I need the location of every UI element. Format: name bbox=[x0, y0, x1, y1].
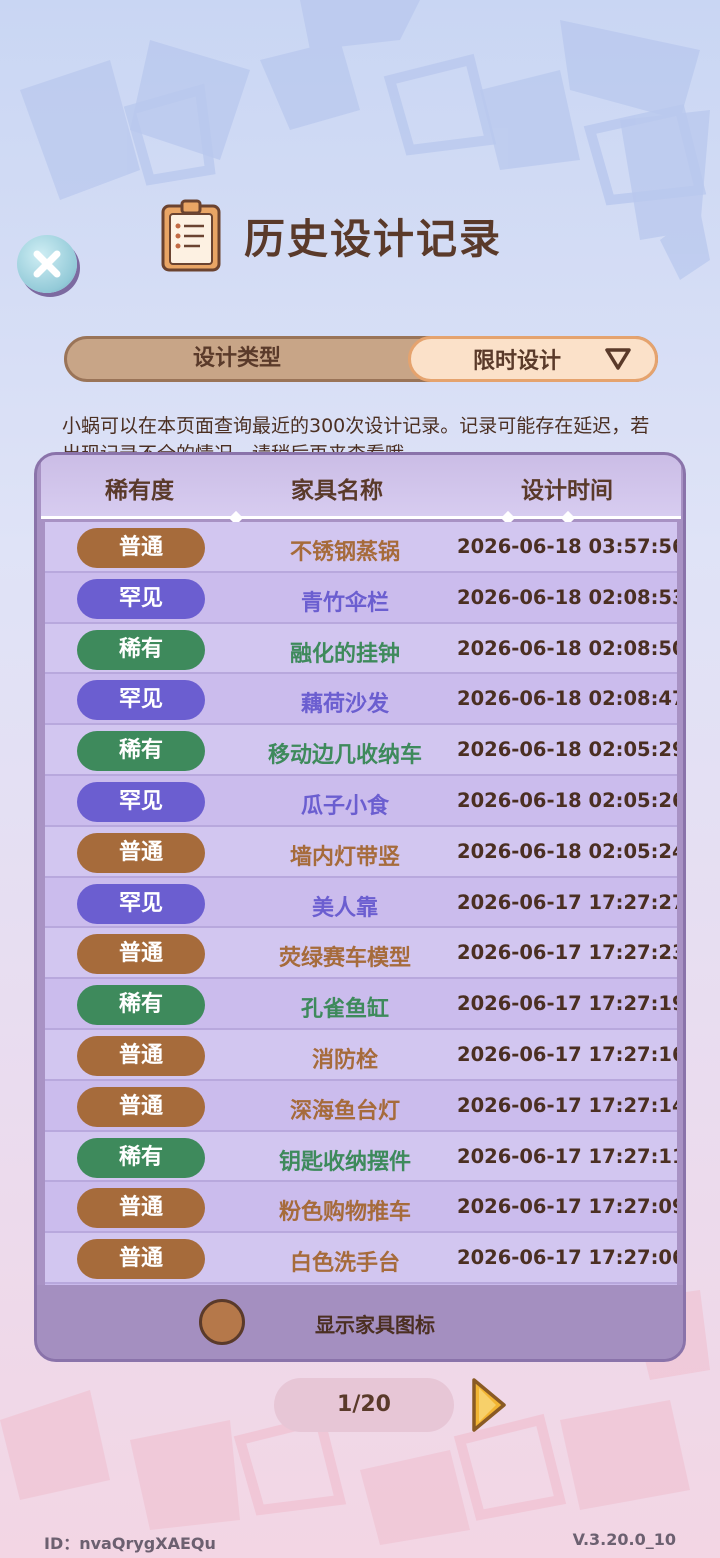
rarity-badge: 罕见 bbox=[77, 781, 205, 822]
table-row: 罕见 美人靠 2026-06-17 17:27:27 bbox=[45, 877, 677, 929]
furniture-name: 青竹伞栏 bbox=[300, 590, 389, 616]
rarity-badge: 普通 bbox=[77, 1239, 205, 1280]
notice-text: 小蜗可以在本页面查询最近的300次设计记录。记录可能存在延迟，若出现记录不全的情… bbox=[62, 415, 650, 452]
furniture-name: 孔雀鱼缸 bbox=[300, 997, 389, 1023]
rarity-badge: 普通 bbox=[77, 1035, 205, 1076]
table-row: 普通 消防栓 2026-06-17 17:27:16 bbox=[45, 1029, 677, 1081]
furniture-name: 不锈钢蒸锅 bbox=[289, 540, 400, 565]
rarity-badge: 普通 bbox=[77, 1188, 205, 1229]
show-icon-toggle[interactable] bbox=[199, 1299, 245, 1345]
table-row: 罕见 青竹伞栏 2026-06-18 02:08:53 bbox=[45, 572, 677, 624]
furniture-name: 粉色购物推车 bbox=[278, 1200, 411, 1226]
design-time: 2026-06-18 02:05:29 bbox=[457, 738, 677, 762]
furniture-name: 荧绿赛车模型 bbox=[278, 946, 411, 972]
header-time: 设计时间 bbox=[521, 478, 613, 504]
header-rarity: 稀有度 bbox=[105, 478, 174, 504]
close-button[interactable] bbox=[17, 235, 77, 293]
table-row: 稀有 融化的挂钟 2026-06-18 02:08:50 bbox=[45, 623, 677, 675]
rarity-badge: 罕见 bbox=[77, 680, 205, 721]
design-time: 2026-06-17 17:27:06 bbox=[457, 1246, 677, 1270]
design-time: 2026-06-17 17:27:19 bbox=[457, 992, 677, 1016]
design-time: 2026-06-18 02:05:26 bbox=[457, 788, 677, 812]
page-title: 历史设计记录 bbox=[244, 215, 502, 263]
table-row: 普通 白色洗手台 2026-06-17 17:27:06 bbox=[45, 1233, 677, 1284]
app-version: V.3.20.0_10 bbox=[572, 1530, 676, 1549]
furniture-name: 钥匙收纳摆件 bbox=[278, 1149, 411, 1175]
page-indicator: 1/20 bbox=[274, 1378, 454, 1432]
rarity-badge: 普通 bbox=[77, 934, 205, 975]
user-id: ID：nvaQrygXAEQu bbox=[44, 1534, 216, 1553]
table-row: 普通 墙内灯带竖 2026-06-18 02:05:24 bbox=[45, 826, 677, 878]
table-header: 稀有度 家具名称 设计时间 bbox=[41, 455, 681, 526]
rarity-badge: 普通 bbox=[77, 832, 205, 873]
design-time: 2026-06-17 17:27:14 bbox=[457, 1093, 677, 1117]
rarity-badge: 普通 bbox=[77, 1086, 205, 1127]
table-row: 稀有 孔雀鱼缸 2026-06-17 17:27:19 bbox=[45, 979, 677, 1030]
furniture-name: 深海鱼台灯 bbox=[289, 1098, 400, 1124]
furniture-name: 瓜子小食 bbox=[300, 793, 389, 819]
rarity-badge: 罕见 bbox=[77, 578, 205, 619]
history-panel: 稀有度 家具名称 设计时间 普通 不锈钢蒸锅 2026-06-18 03:57:56… bbox=[34, 452, 686, 1362]
show-icon-label: 显示家具图标 bbox=[315, 1313, 435, 1337]
header-name: 家具名称 bbox=[291, 478, 383, 504]
design-time: 2026-06-18 02:08:53 bbox=[457, 585, 677, 609]
furniture-name: 美人靠 bbox=[311, 895, 378, 921]
design-type-selected: 限时设计 bbox=[472, 349, 561, 374]
rarity-badge: 稀有 bbox=[77, 985, 205, 1026]
design-time: 2026-06-17 17:27:27 bbox=[457, 890, 677, 914]
furniture-name: 消防栓 bbox=[311, 1047, 378, 1073]
design-time: 2026-06-18 03:57:56 bbox=[457, 535, 677, 558]
furniture-name: 移动边几收纳车 bbox=[267, 743, 422, 769]
furniture-name: 融化的挂钟 bbox=[289, 641, 400, 667]
design-type-label: 设计类型 bbox=[192, 346, 281, 371]
rarity-badge: 稀有 bbox=[77, 629, 205, 670]
table-row: 稀有 钥匙收纳摆件 2026-06-17 17:27:11 bbox=[45, 1131, 677, 1183]
rarity-badge: 稀有 bbox=[77, 1137, 205, 1178]
design-type-dropdown[interactable]: 限时设计 bbox=[408, 336, 658, 382]
design-time: 2026-06-17 17:27:16 bbox=[457, 1042, 677, 1066]
table-row: 普通 荧绿赛车模型 2026-06-17 17:27:23 bbox=[45, 928, 677, 980]
panel-footer: 显示家具图标 bbox=[37, 1285, 683, 1359]
triangle-down-icon bbox=[605, 348, 631, 370]
design-time: 2026-06-18 02:08:47 bbox=[457, 687, 677, 711]
table-row: 稀有 移动边几收纳车 2026-06-18 02:05:29 bbox=[45, 725, 677, 776]
clipboard-icon bbox=[161, 199, 221, 272]
design-type-filter: 设计类型 限时设计 bbox=[64, 336, 658, 382]
history-list[interactable]: 普通 不锈钢蒸锅 2026-06-18 03:57:56 罕见 青竹伞栏 2026-06-… bbox=[45, 522, 677, 1286]
design-time: 2026-06-17 17:27:23 bbox=[457, 941, 677, 965]
rarity-badge: 普通 bbox=[77, 528, 205, 568]
furniture-name: 墙内灯带竖 bbox=[289, 844, 400, 870]
close-icon bbox=[33, 250, 61, 278]
design-time: 2026-06-18 02:05:24 bbox=[457, 839, 677, 863]
page-header: 历史设计记录 bbox=[160, 195, 502, 275]
table-row: 普通 粉色购物推车 2026-06-17 17:27:09 bbox=[45, 1182, 677, 1234]
furniture-name: 白色洗手台 bbox=[289, 1251, 400, 1277]
table-row: 普通 不锈钢蒸锅 2026-06-18 03:57:56 bbox=[45, 522, 677, 573]
table-row: 罕见 瓜子小食 2026-06-18 02:05:26 bbox=[45, 775, 677, 827]
rarity-badge: 稀有 bbox=[77, 731, 205, 772]
design-time: 2026-06-17 17:27:11 bbox=[457, 1144, 677, 1168]
next-page-button[interactable] bbox=[468, 1376, 508, 1434]
table-row: 罕见 藕荷沙发 2026-06-18 02:08:47 bbox=[45, 674, 677, 726]
furniture-name: 藕荷沙发 bbox=[300, 692, 389, 718]
rarity-badge: 罕见 bbox=[77, 883, 205, 924]
design-time: 2026-06-17 17:27:09 bbox=[457, 1195, 677, 1219]
table-row: 普通 深海鱼台灯 2026-06-17 17:27:14 bbox=[45, 1080, 677, 1132]
design-time: 2026-06-18 02:08:50 bbox=[457, 636, 677, 660]
